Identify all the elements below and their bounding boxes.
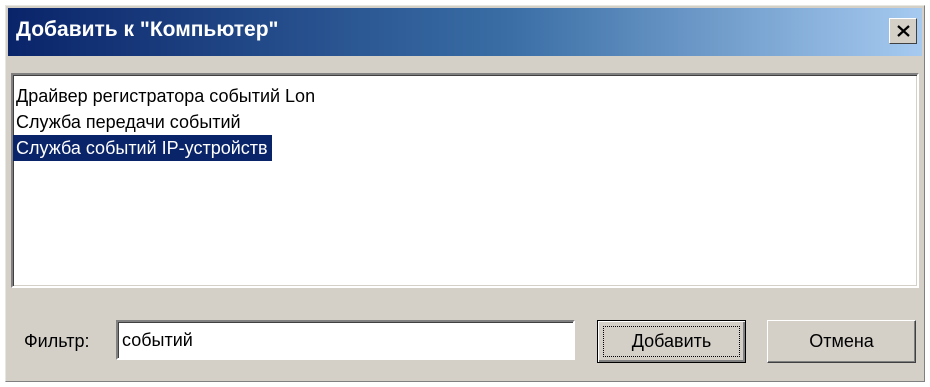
title-bar[interactable]: Добавить к "Компьютер" [8,8,922,56]
close-button[interactable] [889,18,917,44]
component-listbox[interactable]: Драйвер регистратора событий Lon Служба … [11,73,919,288]
filter-label: Фильтр: [24,331,90,351]
cancel-button[interactable]: Отмена [767,320,916,363]
window-title: Добавить к "Компьютер" [16,18,279,41]
add-button[interactable]: Добавить [597,320,746,363]
focus-ring [603,326,740,357]
add-to-computer-dialog: Добавить к "Компьютер" Драйвер регистрат… [5,5,925,382]
filter-input[interactable] [116,320,575,360]
list-item-selected[interactable]: Служба событий IP-устройств [13,135,272,161]
close-icon [897,25,910,37]
cancel-button-label: Отмена [809,331,874,351]
list-item[interactable]: Драйвер регистратора событий Lon [13,83,319,109]
list-item[interactable]: Служба передачи событий [13,109,245,135]
